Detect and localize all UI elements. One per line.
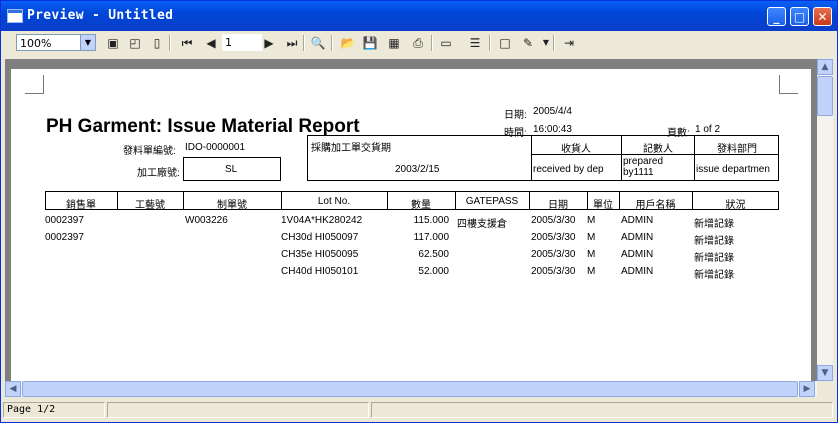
column-header: 用戶名稱 bbox=[635, 200, 676, 211]
column-header: GATEPASS bbox=[465, 196, 519, 207]
open-folder-icon[interactable]: 📂 bbox=[339, 34, 357, 52]
column-header: 狀況 bbox=[725, 200, 746, 211]
scroll-down-icon[interactable]: ▼ bbox=[817, 365, 833, 381]
minimize-button[interactable]: _ bbox=[767, 7, 786, 26]
exit-icon[interactable]: ⇥ bbox=[560, 34, 578, 52]
scroll-left-icon[interactable]: ◀ bbox=[5, 381, 21, 397]
report-date: 2005/4/4 bbox=[533, 106, 572, 117]
column-header: Lot No. bbox=[317, 196, 351, 207]
page-number-input[interactable]: 1 bbox=[222, 34, 262, 51]
print-icon[interactable]: ⎙ bbox=[409, 34, 427, 52]
report-page: PH Garment: Issue Material Report 日期: 20… bbox=[11, 69, 811, 381]
page-setup-icon[interactable]: ▭ bbox=[437, 34, 455, 52]
fit-width-icon[interactable]: ◰ bbox=[126, 34, 144, 52]
horizontal-scrollbar[interactable]: ◀ ▶ bbox=[5, 381, 817, 397]
table-row: CH35e HI050095 62.500 2005/3/30 M ADMIN … bbox=[281, 249, 734, 264]
column-header: 銷售單 bbox=[66, 200, 96, 211]
window-title: Preview - Untitled bbox=[27, 8, 174, 23]
column-header: 數量 bbox=[411, 200, 431, 211]
chevron-down-icon[interactable]: ▼ bbox=[80, 35, 95, 50]
table-row: CH40d HI050101 52.000 2005/3/30 M ADMIN … bbox=[281, 266, 734, 281]
table-row: 0002397 W003226 1V04A*HK280242 115.000 四… bbox=[45, 215, 734, 230]
column-header: 制單號 bbox=[217, 200, 247, 211]
first-page-icon[interactable]: ⏮ bbox=[178, 34, 196, 52]
search-icon[interactable]: 🔍 bbox=[309, 34, 327, 52]
preview-area: PH Garment: Issue Material Report 日期: 20… bbox=[5, 59, 819, 381]
maximize-button[interactable]: □ bbox=[790, 7, 809, 26]
preview-window: Preview - Untitled _ □ ✕ 100% ▼ ▣ ◰ ▯ ⏮ … bbox=[0, 0, 838, 423]
border-icon[interactable]: □ bbox=[496, 34, 514, 52]
fit-page-icon[interactable]: ▣ bbox=[104, 34, 122, 52]
column-header: 工藝號 bbox=[135, 200, 165, 211]
zoom-select[interactable]: 100% ▼ bbox=[16, 34, 96, 51]
factory-code: SL bbox=[225, 164, 238, 175]
properties-icon[interactable]: ☰ bbox=[466, 34, 484, 52]
scroll-up-icon[interactable]: ▲ bbox=[817, 59, 833, 75]
vertical-scrollbar[interactable]: ▲ ▼ bbox=[817, 59, 833, 381]
save-icon[interactable]: 💾 bbox=[361, 34, 379, 52]
vertical-scroll-thumb[interactable] bbox=[817, 76, 833, 116]
close-button[interactable]: ✕ bbox=[813, 7, 832, 26]
status-bar: Page 1/2 bbox=[3, 400, 835, 420]
last-page-icon[interactable]: ⏭ bbox=[283, 34, 301, 52]
column-header: 單位 bbox=[593, 200, 613, 211]
report-time: 16:00:43 bbox=[533, 124, 572, 135]
report-page-count: 1 of 2 bbox=[695, 124, 721, 135]
purchase-date: 2003/2/15 bbox=[395, 164, 440, 175]
prev-page-icon[interactable]: ◀ bbox=[202, 34, 220, 52]
horizontal-scroll-thumb[interactable] bbox=[22, 381, 798, 397]
issue-number: IDO-0000001 bbox=[185, 142, 246, 153]
zoom-value: 100% bbox=[20, 37, 52, 50]
page-icon[interactable]: ▯ bbox=[148, 34, 166, 52]
excel-export-icon[interactable]: ▦ bbox=[385, 34, 403, 52]
table-row: 0002397 CH30d HI050097 117.000 2005/3/30… bbox=[45, 232, 734, 247]
pen-color-icon[interactable]: ✎ bbox=[519, 34, 537, 52]
status-page: Page 1/2 bbox=[3, 402, 105, 418]
window-icon bbox=[7, 9, 23, 23]
toolbar: 100% ▼ ▣ ◰ ▯ ⏮ ◀ 1 ▶ ⏭ 🔍 📂 💾 ▦ ⎙ ▭ ☰ □ ✎… bbox=[5, 33, 835, 56]
next-page-icon[interactable]: ▶ bbox=[260, 34, 278, 52]
title-bar[interactable]: Preview - Untitled _ □ ✕ bbox=[1, 1, 837, 31]
column-header: 日期 bbox=[548, 200, 568, 211]
scroll-right-icon[interactable]: ▶ bbox=[799, 381, 815, 397]
